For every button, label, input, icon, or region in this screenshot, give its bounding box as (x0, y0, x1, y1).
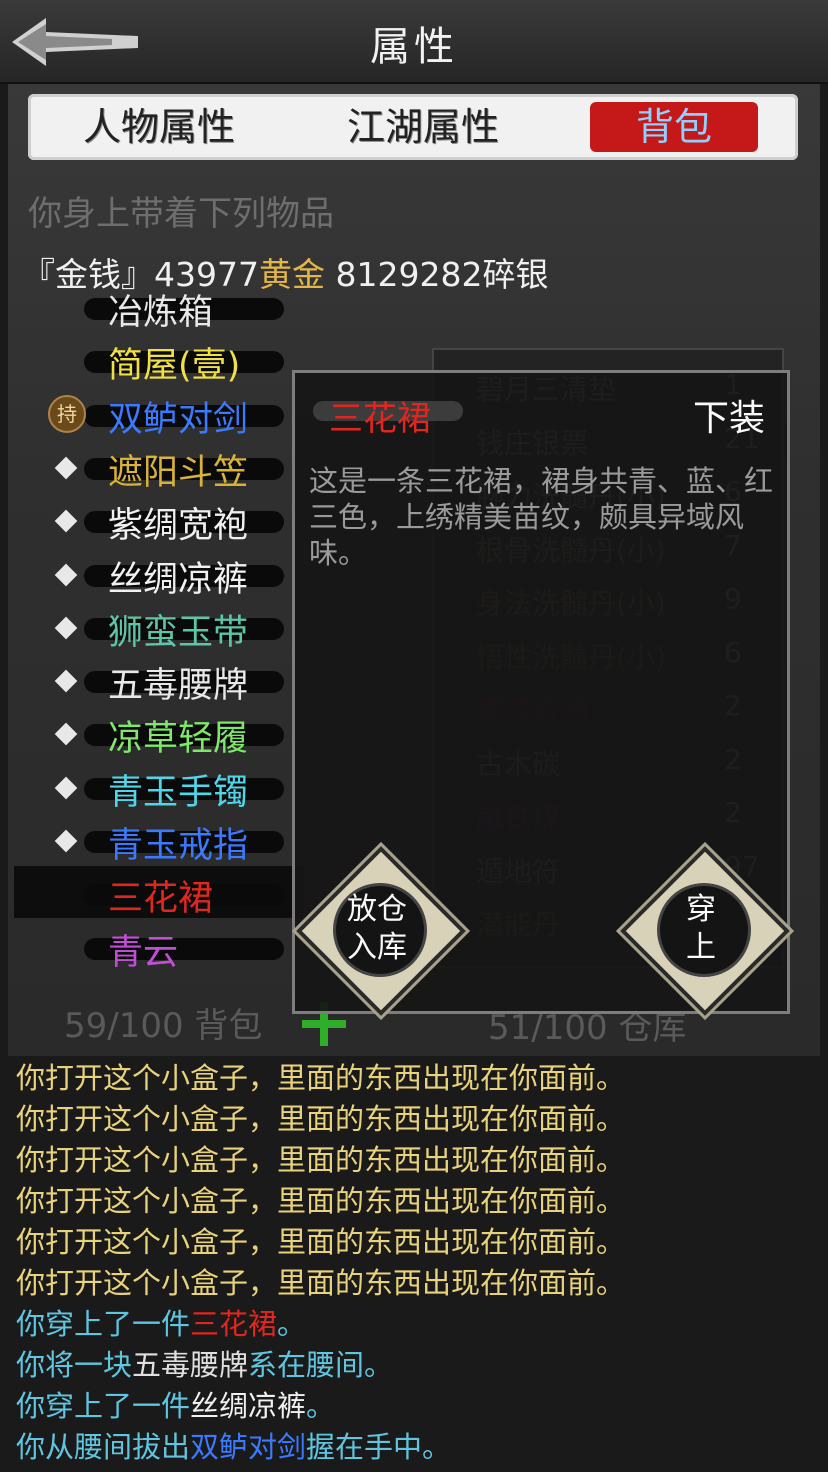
log-line: 你打开这个小盒子，里面的东西出现在你面前。 (16, 1058, 816, 1099)
log-line: 你打开这个小盒子，里面的东西出现在你面前。 (16, 1181, 816, 1222)
log-segment: 你将一块 (16, 1348, 133, 1382)
bag-count: 59/100 背包 (64, 1006, 263, 1046)
log-segment: 你打开这个小盒子，里面的东西出现在你面前。 (16, 1184, 626, 1218)
inventory-item[interactable]: 青云 (14, 920, 304, 973)
inventory-item-name: 简屋(壹) (108, 346, 241, 387)
equipped-diamond-icon (54, 829, 78, 853)
log-segment: 三花裙 (190, 1307, 278, 1341)
log-line: 你从腰间拔出双鲈对剑握在手中。 (16, 1427, 816, 1468)
unequip-button[interactable]: 下装 (693, 389, 765, 441)
wear-button[interactable]: 穿 上 (620, 846, 790, 1016)
log-line: 你打开这个小盒子，里面的东西出现在你面前。 (16, 1140, 816, 1181)
equipped-diamond-icon (54, 776, 78, 800)
page-title: 属性 (370, 24, 458, 70)
wear-label-line1: 穿 (686, 892, 716, 927)
log-segment: 丝绸凉裤 (190, 1389, 307, 1423)
held-badge-icon: 持 (48, 394, 86, 433)
log-line: 你穿上了一件丝绸凉裤。 (16, 1386, 816, 1427)
inventory-item[interactable]: 青玉手镯 (14, 760, 304, 813)
inventory-item[interactable]: 凉草轻履 (14, 706, 304, 760)
log-line: 你打开这个小盒子，里面的东西出现在你面前。 (16, 1099, 816, 1140)
log-segment: 你打开这个小盒子，里面的东西出现在你面前。 (16, 1143, 626, 1177)
store-label-line2: 入库 (347, 930, 407, 965)
inventory-item[interactable]: 三花裙 (14, 866, 304, 920)
inventory-item-name: 紫绸宽袍 (108, 506, 249, 547)
item-detail-popup: 三花裙 下装 这是一条三花裙，裙身共青、蓝、红三色，上绣精美苗纹，颇具异域风味。… (292, 370, 790, 1016)
tab-character-attributes[interactable]: 人物属性 (64, 102, 254, 152)
inventory-item[interactable]: 丝绸凉裤 (14, 547, 304, 600)
equipped-diamond-icon (54, 563, 78, 586)
inventory-item-name: 青玉手镯 (108, 772, 249, 813)
gold-amount: 43977 (154, 255, 259, 294)
inventory-item-name: 冶炼箱 (108, 293, 214, 333)
log-line: 你打开这个小盒子，里面的东西出现在你面前。 (16, 1263, 816, 1304)
wear-label-line2: 上 (686, 930, 716, 965)
top-bar: 属性 (0, 0, 828, 84)
log-segment: 你从腰间拔出 (16, 1430, 191, 1464)
equipped-diamond-icon (54, 456, 78, 480)
inventory-item[interactable]: 狮蛮玉带 (14, 600, 304, 653)
tab-bar: 人物属性 江湖属性 背包 (28, 94, 798, 160)
log-segment: 你打开这个小盒子，里面的东西出现在你面前。 (16, 1061, 626, 1095)
wear-button-label: 穿 上 (645, 891, 757, 967)
gold-unit: 黄金 (258, 255, 325, 294)
log-line: 你穿上了一件三花裙。 (16, 1304, 816, 1345)
inventory-item-name: 青玉戒指 (108, 826, 249, 866)
inventory-item-name: 五毒腰牌 (108, 666, 249, 707)
equipped-diamond-icon (54, 723, 78, 746)
inventory-item-name: 青云 (108, 932, 179, 973)
message-log: 你打开这个小盒子，里面的东西出现在你面前。 你打开这个小盒子，里面的东西出现在你面… (16, 1058, 816, 1468)
log-segment: 你打开这个小盒子，里面的东西出现在你面前。 (16, 1102, 626, 1136)
item-description: 这是一条三花裙，裙身共青、蓝、红三色，上绣精美苗纹，颇具异域风味。 (309, 464, 774, 570)
inventory-item-name: 三花裙 (108, 879, 214, 920)
log-line: 你打开这个小盒子，里面的东西出现在你面前。 (16, 1222, 816, 1263)
log-segment: 你打开这个小盒子，里面的东西出现在你面前。 (16, 1266, 626, 1300)
store-label-line1: 放仓 (347, 892, 407, 927)
inventory-item[interactable]: 紫绸宽袍 (14, 493, 304, 547)
inventory-item[interactable]: 持双鲈对剑 (14, 387, 304, 440)
log-segment: 。 (306, 1389, 336, 1423)
log-segment: 。 (277, 1307, 307, 1341)
silver-amount: 8129282碎银 (324, 255, 549, 294)
money-display: 『金钱』43977黄金 8129282碎银 (22, 248, 548, 296)
log-segment: 你穿上了一件 (16, 1307, 191, 1341)
inventory-item-name: 遮阳斗笠 (108, 452, 249, 493)
log-line: 你将一块五毒腰牌系在腰间。 (16, 1345, 816, 1386)
inventory-item-name: 狮蛮玉带 (108, 612, 249, 653)
log-segment: 握在手中。 (306, 1430, 452, 1464)
inventory-item-name: 丝绸凉裤 (108, 559, 249, 600)
store-button-label: 放仓 入库 (321, 891, 433, 967)
equipped-diamond-icon (54, 616, 78, 640)
log-segment: 五毒腰牌 (132, 1348, 249, 1382)
equipped-diamond-icon (54, 669, 78, 693)
inventory-item[interactable]: 冶炼箱 (14, 290, 304, 333)
bag-heading: 你身上带着下列物品 (28, 194, 334, 234)
inventory-item[interactable]: 五毒腰牌 (14, 653, 304, 707)
inventory-item-name: 凉草轻履 (108, 719, 249, 760)
inventory-item-name: 双鲈对剑 (108, 399, 249, 440)
log-segment: 你打开这个小盒子，里面的东西出现在你面前。 (16, 1225, 626, 1259)
tab-jianghu-attributes[interactable]: 江湖属性 (328, 102, 518, 152)
tab-backpack[interactable]: 背包 (590, 102, 758, 152)
log-segment: 你穿上了一件 (16, 1389, 191, 1423)
log-segment: 系在腰间。 (248, 1348, 394, 1382)
money-prefix: 『金钱』 (22, 255, 154, 294)
store-warehouse-button[interactable]: 放仓 入库 (296, 846, 466, 1016)
inventory-item[interactable]: 青玉戒指 (14, 813, 304, 866)
log-segment: 双鲈对剑 (190, 1430, 307, 1464)
inventory-item[interactable]: 简屋(壹) (14, 333, 304, 387)
item-name: 三花裙 (329, 399, 431, 439)
inventory-item[interactable]: 遮阳斗笠 (14, 440, 304, 493)
inventory-list: 冶炼箱 简屋(壹) 持双鲈对剑 遮阳斗笠 紫绸宽袍 丝绸凉裤 狮蛮玉带 五毒腰牌 凉草轻履 青玉手… (14, 290, 304, 980)
equipped-diamond-icon (54, 509, 78, 533)
